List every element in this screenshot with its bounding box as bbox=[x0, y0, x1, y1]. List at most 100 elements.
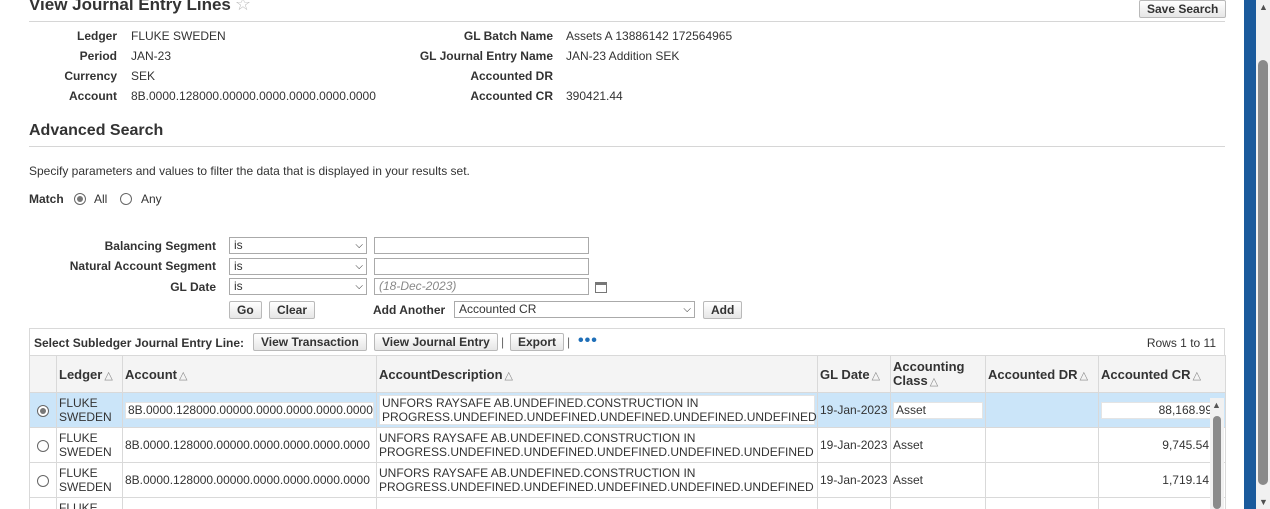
accounting-class-cell: Asset bbox=[890, 462, 986, 498]
row-select-cell[interactable] bbox=[29, 392, 57, 428]
natural-account-segment-operator-select[interactable]: is ⌵ bbox=[229, 258, 367, 275]
gl-date-input[interactable]: (18-Dec-2023) bbox=[374, 278, 589, 295]
gl-journal-entry-name-label: GL Journal Entry Name bbox=[419, 49, 553, 63]
sort-icon[interactable]: △ bbox=[179, 370, 187, 382]
accounted-cr-column-header[interactable]: Accounted CR △ bbox=[1098, 355, 1226, 393]
natural-account-segment-input[interactable] bbox=[374, 258, 589, 275]
accounted-dr-column-header[interactable]: Accounted DR △ bbox=[985, 355, 1099, 393]
row-select-radio[interactable] bbox=[37, 439, 49, 452]
description-cell: UNFORS RAYSAFE AB.UNDEFINED.CONSTRUCTION… bbox=[376, 392, 818, 428]
accounted-dr-label: Accounted DR bbox=[470, 69, 553, 83]
view-transaction-button[interactable]: View Transaction bbox=[253, 333, 367, 351]
row-select-cell[interactable] bbox=[29, 462, 57, 498]
save-search-button[interactable]: Save Search bbox=[1139, 0, 1227, 18]
match-any-radio[interactable] bbox=[120, 193, 132, 205]
gl-date-column-header[interactable]: GL Date △ bbox=[817, 355, 891, 393]
gl-date-operator-value: is bbox=[234, 279, 243, 293]
favorite-star-icon[interactable]: ☆ bbox=[235, 0, 251, 14]
page-scrollbar[interactable]: ▲ ▼ bbox=[1256, 0, 1270, 509]
gl-date-operator-select[interactable]: is ⌵ bbox=[229, 278, 367, 295]
table-toolbar: Select Subledger Journal Entry Line: Vie… bbox=[29, 328, 1225, 355]
account-cell: 8B.0000.128000.00000.0000.0000.0000.0000 bbox=[122, 427, 377, 463]
select-line-label: Select Subledger Journal Entry Line: bbox=[34, 336, 245, 350]
accounted-dr-cell bbox=[985, 497, 1099, 509]
balancing-segment-input[interactable] bbox=[374, 237, 589, 254]
scroll-up-arrow-icon[interactable]: ▲ bbox=[1259, 2, 1268, 12]
page-title-text: View Journal Entry Lines bbox=[29, 0, 231, 14]
sort-icon[interactable]: △ bbox=[872, 370, 880, 382]
page-content: View Journal Entry Lines ☆ Save Search Le… bbox=[0, 0, 1244, 509]
row-select-cell[interactable] bbox=[29, 497, 57, 509]
gl-date-cell: 19-Jan-2023 bbox=[817, 462, 891, 498]
description-cell: UNFORS RAYSAFE AB.UNDEFINED.CONSTRUCTION… bbox=[376, 427, 818, 463]
match-any-label: Any bbox=[141, 192, 162, 206]
accounted-cr-cell: 9,745.54 bbox=[1098, 427, 1226, 463]
accounting-class-field[interactable]: Asset bbox=[893, 401, 983, 419]
accounted-dr-cell bbox=[985, 462, 1099, 498]
calendar-icon[interactable] bbox=[595, 282, 607, 293]
ledger-column-title: Ledger bbox=[59, 366, 103, 382]
gl-date-cell: 19-Jan-2023 bbox=[817, 392, 891, 428]
gl-date-column-title: GL Date bbox=[820, 366, 870, 382]
view-journal-entry-button[interactable]: View Journal Entry bbox=[374, 333, 498, 351]
table-row[interactable]: FLUKE SWEDEN 8B.0000.128000.00000.0000.0… bbox=[29, 427, 1226, 463]
title-divider bbox=[29, 21, 1225, 22]
accounted-cr-cell bbox=[1098, 497, 1226, 509]
period-label: Period bbox=[79, 49, 117, 63]
rows-info: Rows 1 to 11 bbox=[1146, 336, 1216, 350]
table-row[interactable]: FLUKE SWEDEN 8B.0000.128000.00000.0000.0… bbox=[29, 392, 1226, 428]
accounted-cr-label: Accounted CR bbox=[470, 89, 553, 103]
description-column-title: AccountDescription bbox=[379, 366, 503, 382]
search-instructions: Specify parameters and values to filter … bbox=[29, 164, 470, 178]
natural-account-segment-operator-value: is bbox=[234, 259, 243, 273]
accounting-class-column-header[interactable]: Accounting Class △ bbox=[890, 355, 986, 393]
ledger-column-header[interactable]: Ledger △ bbox=[56, 355, 123, 393]
accounted-dr-cell bbox=[985, 427, 1099, 463]
sort-icon[interactable]: △ bbox=[505, 370, 513, 382]
balancing-segment-label: Balancing Segment bbox=[104, 239, 216, 253]
gl-date-cell bbox=[817, 497, 891, 509]
account-column-title: Account bbox=[125, 366, 177, 382]
advanced-search-title: Advanced Search bbox=[29, 122, 164, 139]
sort-icon[interactable]: △ bbox=[930, 376, 938, 388]
accounting-class-cell bbox=[890, 497, 986, 509]
account-field[interactable]: 8B.0000.128000.00000.0000.0000.0000.0000 bbox=[125, 401, 374, 419]
sort-icon[interactable]: △ bbox=[1193, 370, 1201, 382]
accounting-class-column-title: Accounting Class bbox=[893, 358, 965, 388]
chevron-down-icon: ⌵ bbox=[683, 304, 691, 315]
description-column-header[interactable]: AccountDescription △ bbox=[376, 355, 818, 393]
add-button[interactable]: Add bbox=[703, 301, 743, 319]
gl-journal-entry-name-value: JAN-23 Addition SEK bbox=[566, 49, 680, 63]
accounted-dr-column-title: Accounted DR bbox=[988, 366, 1078, 382]
account-label: Account bbox=[69, 89, 117, 103]
row-select-radio[interactable] bbox=[37, 404, 49, 417]
clear-button[interactable]: Clear bbox=[269, 301, 316, 319]
row-select-radio[interactable] bbox=[37, 474, 49, 487]
ledger-cell: FLUKE SWEDEN bbox=[56, 392, 123, 428]
more-actions-icon[interactable]: ••• bbox=[578, 332, 598, 350]
scroll-down-arrow-icon[interactable]: ▼ bbox=[1259, 497, 1268, 507]
table-scrollbar-thumb[interactable] bbox=[1213, 416, 1221, 509]
match-all-label: All bbox=[94, 192, 108, 206]
row-select-cell[interactable] bbox=[29, 427, 57, 463]
export-button[interactable]: Export bbox=[510, 333, 565, 351]
sort-icon[interactable]: △ bbox=[1080, 370, 1088, 382]
section-divider bbox=[29, 146, 1225, 147]
match-all-radio[interactable] bbox=[74, 193, 86, 205]
accounted-cr-field[interactable]: 88,168.99 bbox=[1101, 401, 1223, 419]
add-another-select[interactable]: Accounted CR ⌵ bbox=[454, 301, 695, 318]
scroll-up-arrow-icon[interactable]: ▲ bbox=[1212, 400, 1221, 410]
page-scrollbar-thumb[interactable] bbox=[1258, 60, 1268, 485]
table-row[interactable]: FLUKE SWEDEN 8B.0000.128000.00000.0000.0… bbox=[29, 462, 1226, 498]
account-cell bbox=[122, 497, 377, 509]
table-header-row: Ledger △ Account △ AccountDescription △ GL … bbox=[29, 355, 1226, 393]
chevron-down-icon: ⌵ bbox=[355, 281, 363, 292]
sort-icon[interactable]: △ bbox=[104, 370, 112, 382]
account-column-header[interactable]: Account △ bbox=[122, 355, 377, 393]
description-field[interactable]: UNFORS RAYSAFE AB.UNDEFINED.CONSTRUCTION… bbox=[379, 395, 817, 425]
table-row[interactable]: FLUKE SWEDEN UNFORS RAYSAFE AB.UNDEFINED… bbox=[29, 497, 1226, 509]
accounted-cr-cell: 88,168.99 bbox=[1098, 392, 1226, 428]
balancing-segment-operator-select[interactable]: is ⌵ bbox=[229, 237, 367, 254]
go-button[interactable]: Go bbox=[229, 301, 262, 319]
window-side-border bbox=[1244, 0, 1256, 509]
